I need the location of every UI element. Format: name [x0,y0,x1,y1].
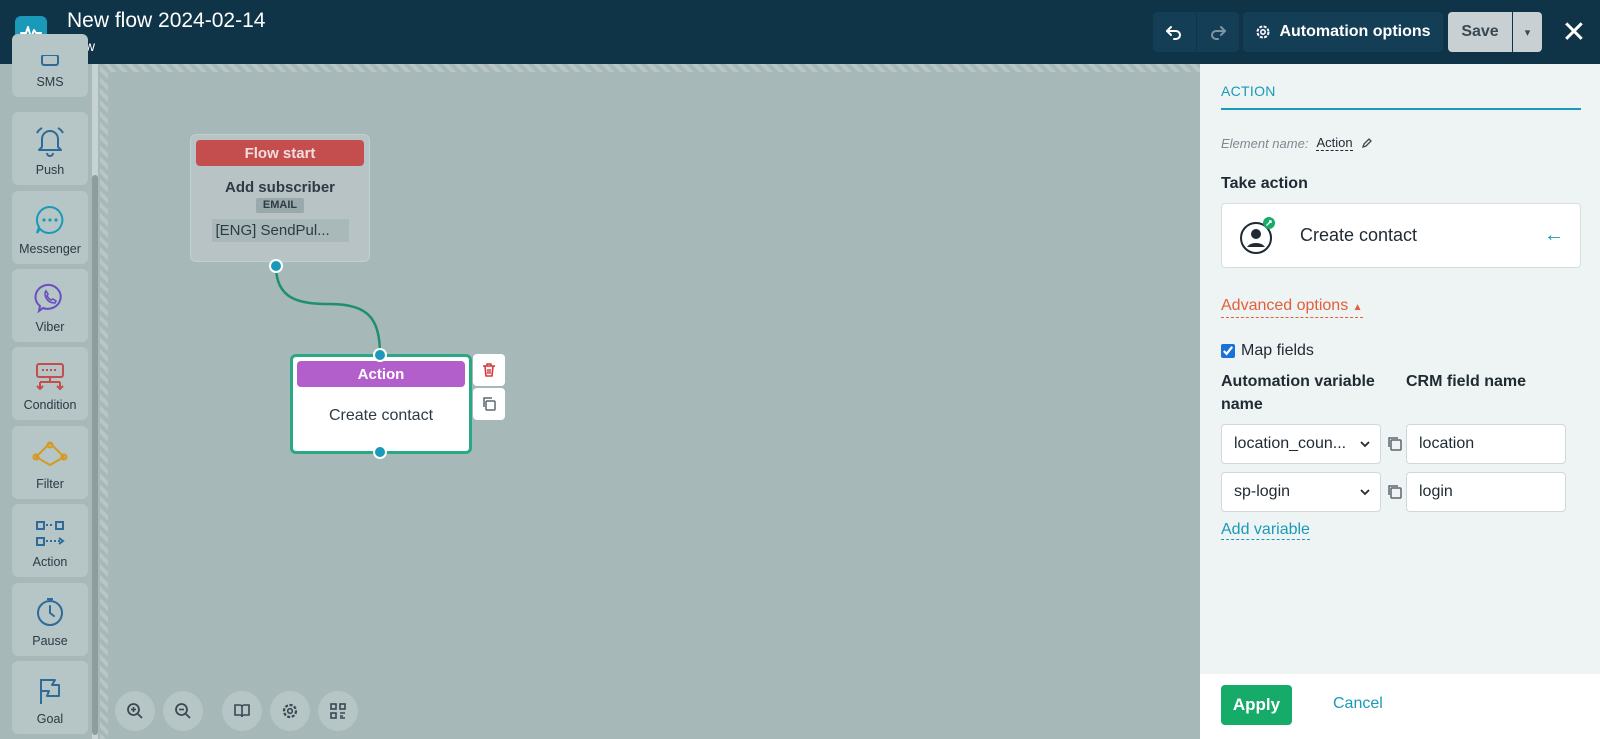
redo-icon [1210,26,1226,40]
apply-button[interactable]: Apply [1221,685,1292,725]
element-name-value[interactable]: Action [1316,135,1353,151]
action-node[interactable]: Action Create contact [290,354,472,454]
caret-up-icon: ▲ [1352,302,1363,313]
crm-column-header: CRM field name [1406,373,1527,390]
variable-column-header: Automation variable name [1221,373,1375,413]
contact-icon [1238,216,1278,256]
zoom-in-icon [127,703,143,719]
grid-icon [330,703,346,719]
book-icon [234,704,250,718]
zoom-controls [115,691,203,731]
zoom-in-button[interactable] [115,691,155,731]
tab-action[interactable]: ACTION [1221,83,1276,99]
copy-icon[interactable] [1386,483,1404,501]
minimap-button[interactable] [318,691,358,731]
delete-node-button[interactable] [473,354,505,386]
zoom-out-button[interactable] [163,691,203,731]
node-header: Flow start [196,140,364,166]
gear-icon [1256,25,1270,39]
advanced-options-label: Advanced options [1221,297,1349,314]
node-header: Action [297,361,465,387]
flow-connector [274,265,382,357]
add-variable-link[interactable]: Add variable [1221,521,1310,540]
flow-start-node[interactable]: Flow start Add subscriber EMAIL [ENG] Se… [190,134,370,262]
docs-button[interactable] [222,691,262,731]
input-port[interactable] [373,348,387,362]
copy-icon[interactable] [1386,435,1404,453]
canvas-tools [222,691,358,731]
chevron-down-icon: ▾ [1524,26,1531,39]
automation-options-label: Automation options [1279,23,1431,40]
close-icon: ✕ [1561,15,1587,49]
crm-field-input[interactable]: login [1406,472,1566,512]
variable-select-value: sp-login [1234,483,1291,500]
advanced-options-toggle[interactable]: Advanced options ▲ [1221,297,1363,318]
settings-button[interactable] [270,691,310,731]
output-port[interactable] [373,445,387,459]
crm-field-input[interactable]: location [1406,424,1566,464]
save-dropdown-button[interactable]: ▾ [1513,12,1542,52]
pencil-icon[interactable] [1361,137,1373,149]
selected-action-card[interactable]: Create contact ← [1221,203,1581,268]
cancel-button[interactable]: Cancel [1333,695,1383,713]
node-list: [ENG] SendPul... [211,219,349,242]
variable-select[interactable]: sp-login [1221,472,1381,512]
chevron-down-icon [1360,489,1370,496]
trash-icon [483,363,495,377]
duplicate-node-button[interactable] [473,388,505,420]
automation-options-button[interactable]: Automation options [1243,12,1443,52]
take-action-heading: Take action [1221,175,1308,192]
map-fields-checkbox[interactable] [1221,344,1235,358]
zoom-out-icon [175,703,191,719]
chevron-down-icon [1360,441,1370,448]
variable-select-value: location_coun... [1234,435,1347,452]
node-body: Create contact [328,407,434,424]
element-name-label: Element name: [1221,135,1309,151]
action-card-label: Create contact [1300,225,1418,245]
save-button[interactable]: Save [1448,12,1512,52]
node-tag: EMAIL [256,198,304,213]
tab-underline [1221,108,1581,110]
gear-icon [282,703,298,719]
redo-button[interactable] [1196,12,1239,52]
close-button[interactable]: ✕ [1556,14,1592,50]
copy-icon [483,397,496,411]
output-port[interactable] [269,259,283,273]
node-title: Add subscriber [224,179,336,196]
map-fields-checkbox-row[interactable]: Map fields [1221,342,1314,360]
arrow-left-icon[interactable]: ← [1544,224,1564,247]
variable-select[interactable]: location_coun... [1221,424,1381,464]
map-fields-label: Map fields [1241,342,1314,359]
element-name-row: Element name: Action [1221,135,1373,151]
